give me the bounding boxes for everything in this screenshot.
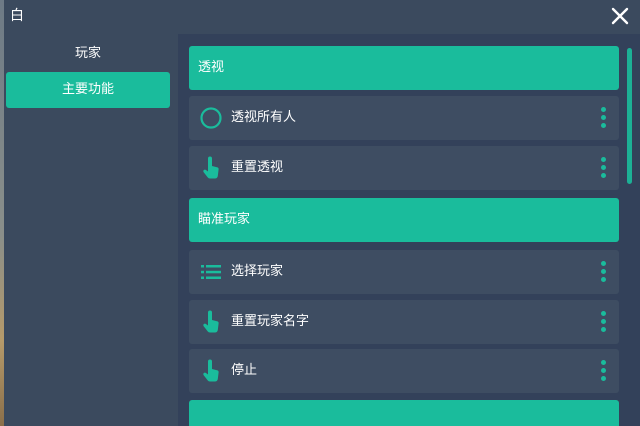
sidebar-item-players[interactable]: 玩家 [6, 36, 170, 72]
tap-hand-icon [203, 310, 219, 333]
content-panel: 透视 透视所有人 重置透视 瞄准玩家 选择玩家 重置玩家名字 停止 [178, 34, 640, 426]
toggle-esp-all[interactable]: 透视所有人 [189, 96, 619, 140]
button-label: 重置玩家名字 [231, 314, 310, 329]
button-label: 重置透视 [231, 160, 284, 175]
more-options-icon[interactable] [599, 359, 607, 383]
list-label: 选择玩家 [231, 264, 284, 279]
tap-hand-icon [203, 359, 219, 382]
window-title: 白 [10, 8, 24, 24]
menu-window: 白 玩家 主要功能 透视 透视所有人 重置透视 瞄准玩家 选择玩家 重置玩家名字… [4, 0, 640, 426]
button-reset-player-names[interactable]: 重置玩家名字 [189, 300, 619, 344]
sidebar-item-main-features[interactable]: 主要功能 [6, 72, 170, 108]
more-options-icon[interactable] [599, 310, 607, 334]
button-stop[interactable]: 停止 [189, 349, 619, 393]
list-select-player[interactable]: 选择玩家 [189, 250, 619, 294]
tap-hand-icon [203, 156, 219, 179]
title-bar: 白 [4, 0, 640, 34]
content-scrollbar[interactable] [627, 48, 632, 184]
section-header-label: 透视 [198, 60, 225, 75]
more-options-icon[interactable] [599, 156, 607, 180]
toggle-label: 透视所有人 [231, 110, 297, 125]
more-options-icon[interactable] [599, 106, 607, 130]
list-icon [201, 265, 221, 279]
section-header-esp: 透视 [189, 46, 619, 90]
more-options-icon[interactable] [599, 260, 607, 284]
section-header-aim-player: 瞄准玩家 [189, 198, 619, 242]
close-icon [611, 7, 629, 25]
circle-toggle-icon [200, 107, 222, 129]
section-header-label: 瞄准玩家 [198, 212, 251, 227]
button-reset-esp[interactable]: 重置透视 [189, 146, 619, 190]
section-header-partial [189, 400, 619, 426]
sidebar: 玩家 主要功能 [4, 34, 178, 426]
close-button[interactable] [608, 4, 632, 28]
button-label: 停止 [231, 363, 258, 378]
